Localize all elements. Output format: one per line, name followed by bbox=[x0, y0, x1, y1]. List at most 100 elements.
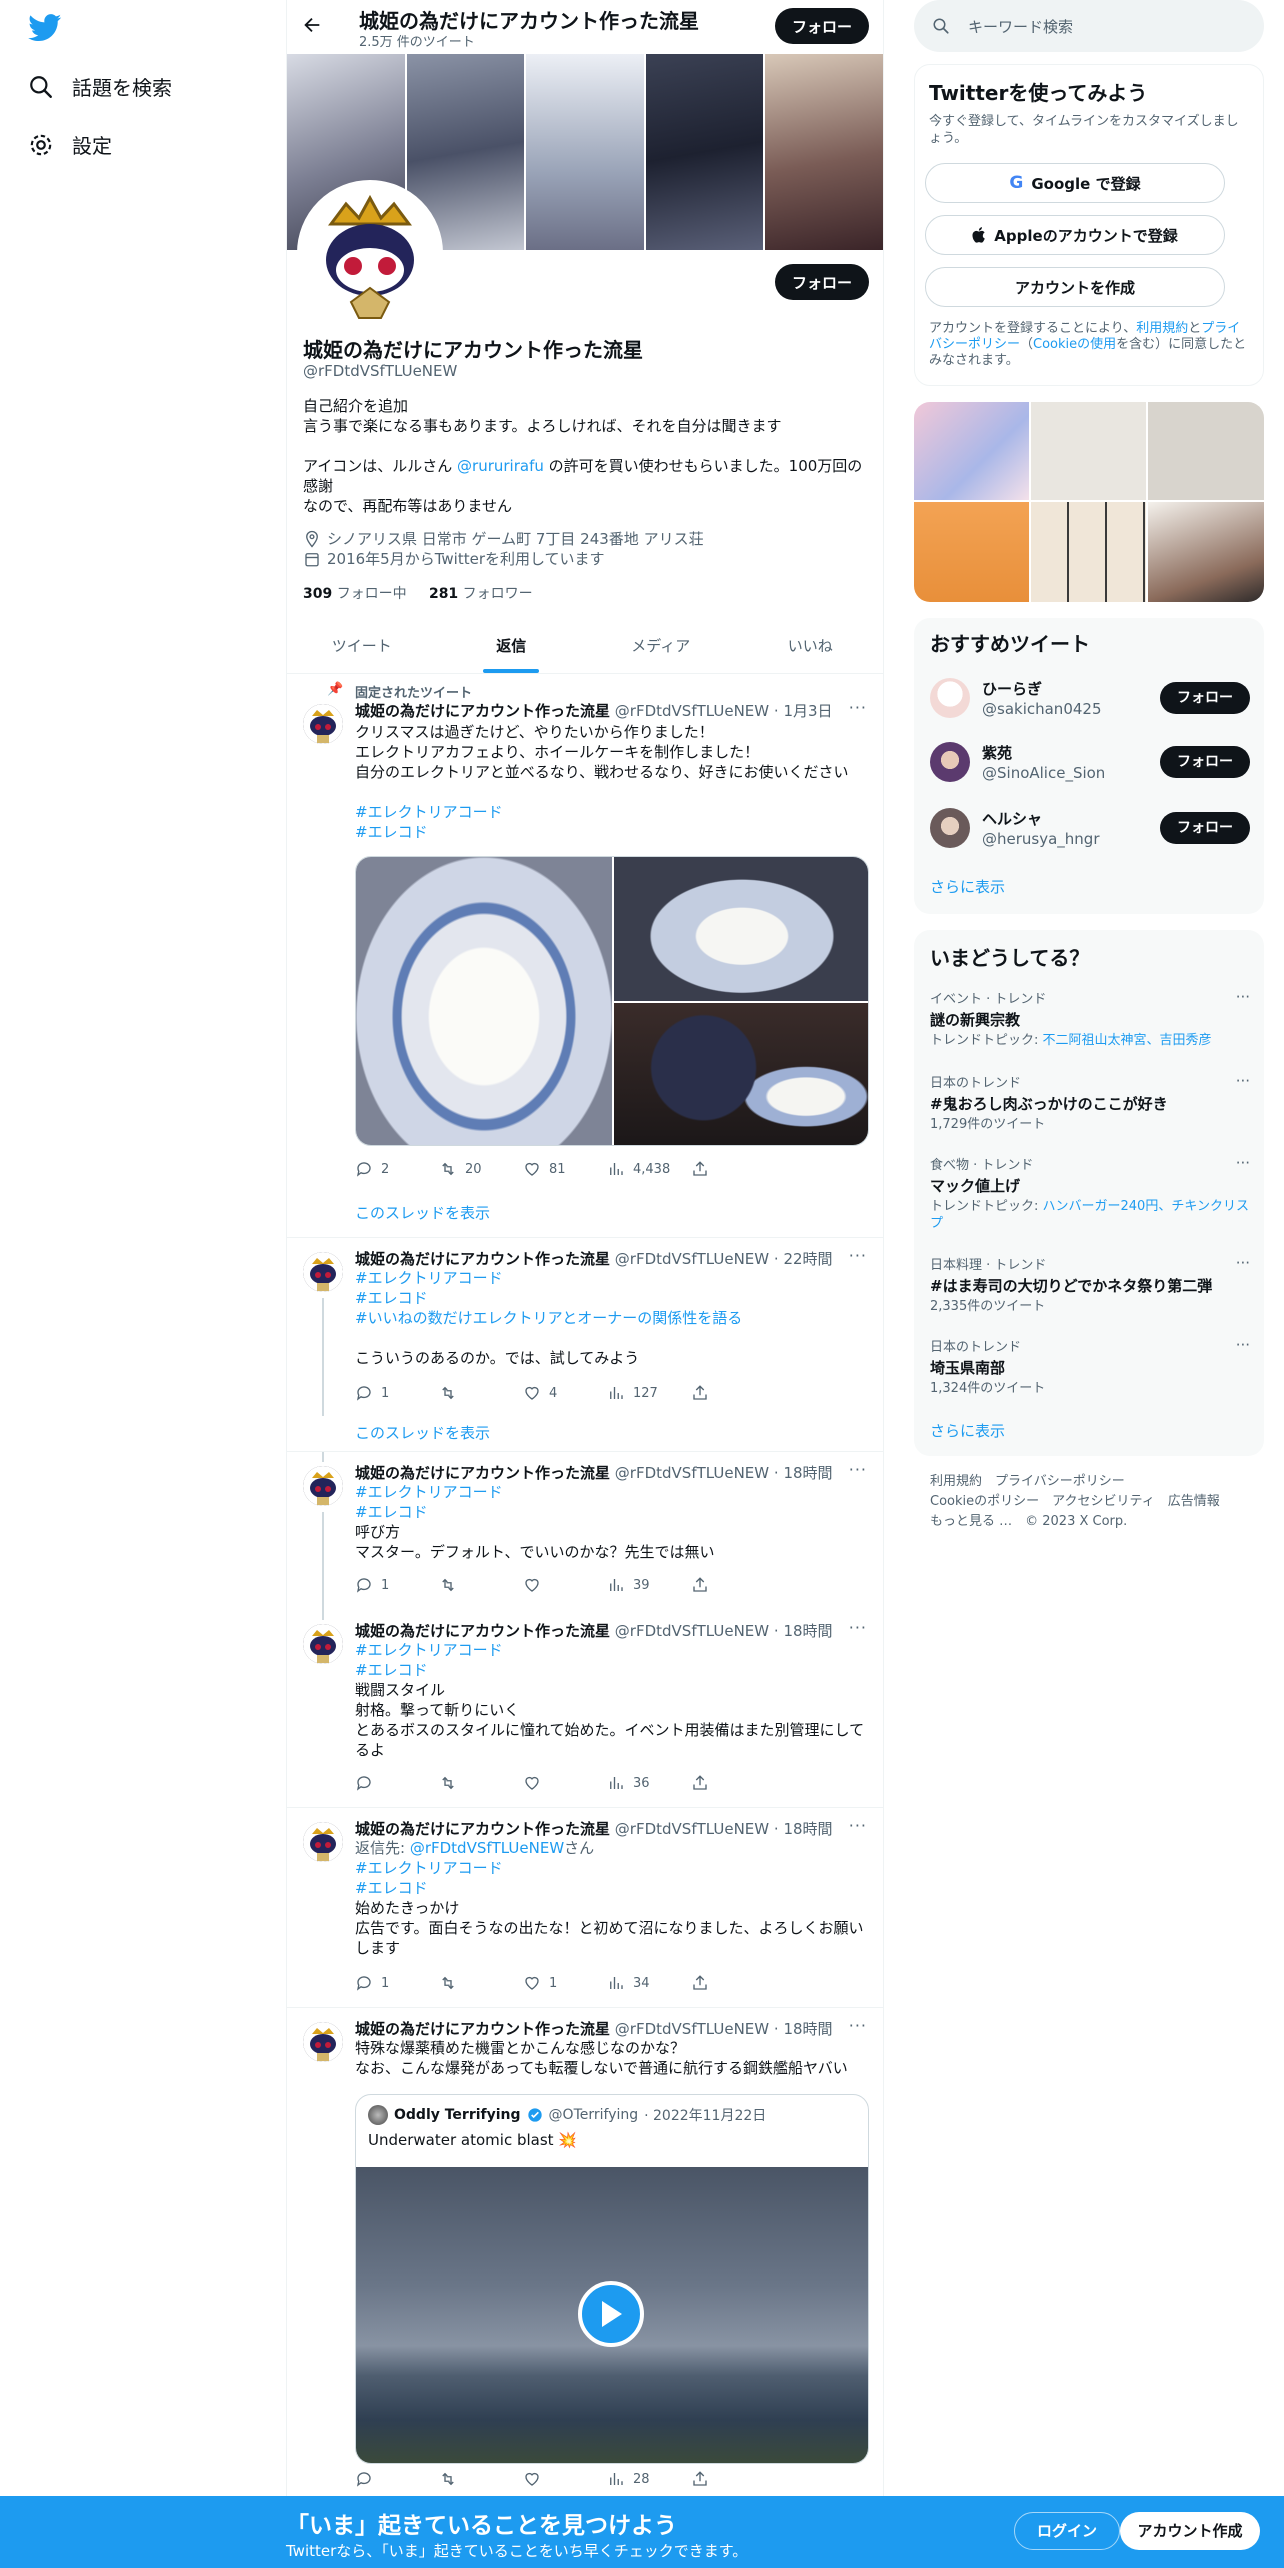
share-button[interactable] bbox=[691, 2470, 775, 2488]
nav-explore[interactable]: 話題を検索 bbox=[28, 72, 172, 101]
cookie-link[interactable]: Cookieの使用 bbox=[1033, 337, 1116, 352]
reply-button[interactable] bbox=[355, 1774, 439, 1792]
tweet-author-name[interactable]: 城姫の為だけにアカウント作った流星 bbox=[355, 1250, 610, 1268]
reply-button[interactable] bbox=[355, 2470, 439, 2488]
show-thread-link[interactable]: このスレッドを表示 bbox=[355, 1202, 490, 1223]
more-icon[interactable]: ··· bbox=[1236, 1336, 1250, 1354]
trend-item[interactable]: 食べ物 · トレンド マック値上げ トレンドトピック: ハンバーガー240円、チ… bbox=[930, 1154, 1250, 1232]
more-icon[interactable]: ··· bbox=[1236, 1154, 1250, 1172]
google-signup-button[interactable]: G Google で登録 bbox=[925, 163, 1225, 203]
media-cake-photo-2[interactable] bbox=[614, 857, 868, 1001]
retweet-button[interactable] bbox=[439, 2470, 523, 2488]
tweet-author-name[interactable]: 城姫の為だけにアカウント作った流星 bbox=[355, 2020, 610, 2038]
tweet-time[interactable]: · 22時間 bbox=[774, 1250, 833, 1268]
rec-follow-button[interactable]: フォロー bbox=[1160, 682, 1250, 714]
search-box[interactable]: キーワード検索 bbox=[914, 0, 1264, 52]
hashtag-link[interactable]: #エレクトリアコード bbox=[355, 802, 865, 822]
retweet-button[interactable] bbox=[439, 1974, 523, 1992]
rec-follow-button[interactable]: フォロー bbox=[1160, 746, 1250, 778]
views-button[interactable]: 39 bbox=[607, 1576, 691, 1594]
tweet-time[interactable]: · 18時間 bbox=[774, 2020, 833, 2038]
show-thread-link[interactable]: このスレッドを表示 bbox=[355, 1422, 490, 1443]
quoted-video[interactable] bbox=[356, 2167, 868, 2463]
trend-item[interactable]: 日本のトレンド #鬼おろし肉ぶっかけのここが好き 1,729件のツイート ··· bbox=[930, 1072, 1250, 1133]
gallery-image[interactable] bbox=[1031, 502, 1146, 602]
bio-mention-link[interactable]: @rururirafu bbox=[457, 457, 544, 475]
trend-item[interactable]: イベント · トレンド 謎の新興宗教 トレンドトピック: 不二阿祖山太神宮、吉田… bbox=[930, 988, 1250, 1049]
reply-button[interactable]: 1 bbox=[355, 1384, 439, 1402]
tab-tweets[interactable]: ツイート bbox=[287, 620, 437, 673]
tweet-time[interactable]: · 18時間 bbox=[774, 1622, 833, 1640]
show-more-link[interactable]: さらに表示 bbox=[930, 876, 1005, 897]
profile-follow-button[interactable]: フォロー bbox=[775, 264, 869, 300]
hashtag-link[interactable]: #エレクトリアコード bbox=[355, 1640, 865, 1660]
login-button[interactable]: ログイン bbox=[1014, 2512, 1120, 2550]
views-button[interactable]: 127 bbox=[607, 1384, 691, 1402]
quoted-tweet[interactable]: Oddly Terrifying @OTerrifying · 2022年11月… bbox=[355, 2094, 869, 2464]
rec-handle[interactable]: @sakichan0425 bbox=[982, 700, 1102, 718]
gallery-image[interactable] bbox=[1148, 402, 1264, 500]
footer-line[interactable]: Cookieのポリシー アクセシビリティ 広告情報 bbox=[930, 1492, 1250, 1512]
tweet[interactable]: 城姫の為だけにアカウント作った流星 @rFDtdVSfTLUeNEW · 22時… bbox=[287, 1238, 883, 1452]
rec-handle[interactable]: @SinoAlice_Sion bbox=[982, 764, 1105, 782]
avatar[interactable] bbox=[930, 808, 970, 848]
hashtag-link[interactable]: #エレコド bbox=[355, 822, 865, 842]
retweet-button[interactable] bbox=[439, 1774, 523, 1792]
play-button[interactable] bbox=[578, 2281, 644, 2347]
rec-handle[interactable]: @herusya_hngr bbox=[982, 830, 1100, 848]
tweet-author-handle[interactable]: @rFDtdVSfTLUeNEW bbox=[615, 1250, 769, 1268]
rec-name[interactable]: ひーらぎ bbox=[982, 678, 1042, 699]
nav-settings[interactable]: 設定 bbox=[28, 130, 112, 159]
tweet-author-name[interactable]: 城姫の為だけにアカウント作った流星 bbox=[355, 1820, 610, 1838]
search-input[interactable]: キーワード検索 bbox=[968, 16, 1073, 37]
create-account-button[interactable]: アカウントを作成 bbox=[925, 267, 1225, 307]
recommended-user[interactable]: ヘルシャ @herusya_hngr フォロー bbox=[930, 804, 1250, 852]
reply-button[interactable]: 2 bbox=[355, 1160, 439, 1178]
tweet-author-name[interactable]: 城姫の為だけにアカウント作った流星 bbox=[355, 1622, 610, 1640]
rec-name[interactable]: ヘルシャ bbox=[982, 808, 1042, 829]
like-button[interactable] bbox=[523, 1576, 607, 1594]
tweet-author-handle[interactable]: @rFDtdVSfTLUeNEW bbox=[615, 2020, 769, 2038]
more-icon[interactable]: ··· bbox=[1236, 988, 1250, 1006]
media-figure-photo[interactable] bbox=[614, 1003, 868, 1145]
more-icon[interactable]: ··· bbox=[849, 1816, 867, 1835]
reply-button[interactable]: 1 bbox=[355, 1576, 439, 1594]
more-icon[interactable]: ··· bbox=[849, 1618, 867, 1637]
recommended-user[interactable]: ひーらぎ @sakichan0425 フォロー bbox=[930, 674, 1250, 722]
share-button[interactable] bbox=[691, 1576, 775, 1594]
tweet-avatar[interactable] bbox=[303, 704, 343, 744]
tweet-author-handle[interactable]: @rFDtdVSfTLUeNEW bbox=[615, 702, 769, 720]
tweet-time[interactable]: · 1月3日 bbox=[774, 702, 833, 720]
tab-likes[interactable]: いいね bbox=[736, 620, 884, 673]
footer-line[interactable]: 利用規約 プライバシーポリシー bbox=[930, 1472, 1250, 1492]
hashtag-link[interactable]: #エレコド bbox=[355, 1878, 865, 1898]
like-button[interactable]: 1 bbox=[523, 1974, 607, 1992]
gallery-image[interactable] bbox=[914, 502, 1029, 602]
tab-media[interactable]: メディア bbox=[586, 620, 736, 673]
views-button[interactable]: 4,438 bbox=[607, 1160, 691, 1178]
more-icon[interactable]: ··· bbox=[849, 1246, 867, 1265]
back-arrow-icon[interactable] bbox=[301, 14, 323, 40]
tweet-avatar[interactable] bbox=[303, 1624, 343, 1664]
more-icon[interactable]: ··· bbox=[1236, 1072, 1250, 1090]
tweet-author-handle[interactable]: @rFDtdVSfTLUeNEW bbox=[615, 1464, 769, 1482]
more-icon[interactable]: ··· bbox=[849, 2016, 867, 2035]
twitter-logo-icon[interactable] bbox=[28, 14, 62, 46]
rec-follow-button[interactable]: フォロー bbox=[1160, 812, 1250, 844]
share-button[interactable] bbox=[691, 1774, 775, 1792]
retweet-button[interactable] bbox=[439, 1576, 523, 1594]
more-icon[interactable]: ··· bbox=[1236, 1254, 1250, 1272]
tweet-avatar[interactable] bbox=[303, 1822, 343, 1862]
tweet-author-name[interactable]: 城姫の為だけにアカウント作った流星 bbox=[355, 1464, 610, 1482]
trends-show-more-link[interactable]: さらに表示 bbox=[930, 1420, 1005, 1441]
views-button[interactable]: 34 bbox=[607, 1974, 691, 1992]
views-button[interactable]: 28 bbox=[607, 2470, 691, 2488]
profile-avatar[interactable] bbox=[297, 180, 443, 326]
tweet[interactable]: 城姫の為だけにアカウント作った流星 @rFDtdVSfTLUeNEW · 18時… bbox=[287, 2008, 883, 2496]
tweet[interactable]: 城姫の為だけにアカウント作った流星 @rFDtdVSfTLUeNEW · 18時… bbox=[287, 1452, 883, 1610]
signup-button[interactable]: アカウント作成 bbox=[1120, 2512, 1260, 2550]
media-gallery[interactable] bbox=[914, 402, 1264, 602]
gallery-image[interactable] bbox=[1148, 502, 1264, 602]
like-button[interactable] bbox=[523, 1774, 607, 1792]
terms-link[interactable]: 利用規約 bbox=[1136, 321, 1188, 336]
